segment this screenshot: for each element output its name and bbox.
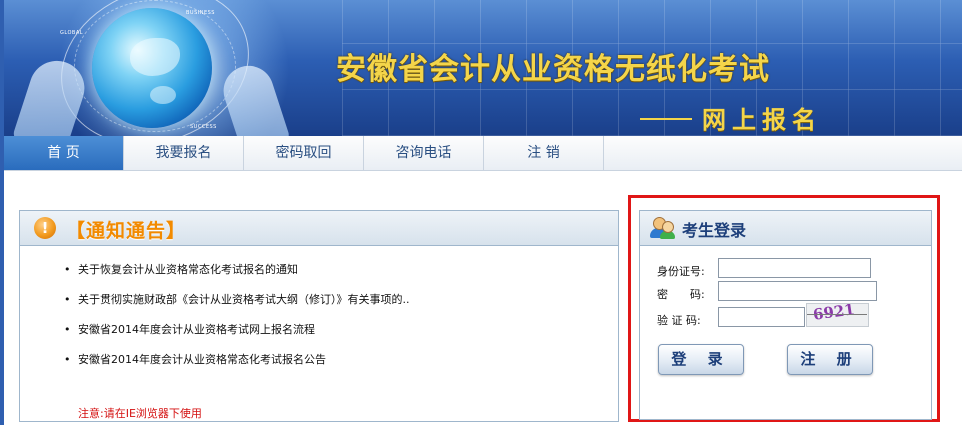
users-icon — [650, 217, 676, 239]
header-banner: GLOBAL BUSINESS SUCCESS 安徽省会计从业资格无纸化考试 网… — [4, 0, 962, 136]
nav-item-contact-phone[interactable]: 咨询电话 — [364, 136, 484, 170]
id-number-label: 身份证号: — [657, 265, 705, 278]
nav-item-register[interactable]: 我要报名 — [124, 136, 244, 170]
nav-item-home[interactable]: 首 页 — [4, 136, 124, 170]
captcha-label: 验 证 码: — [657, 314, 701, 327]
notice-list: 关于恢复会计从业资格常态化考试报名的通知 关于贯彻实施财政部《会计从业资格考试大… — [64, 255, 410, 375]
notice-item[interactable]: 关于贯彻实施财政部《会计从业资格考试大纲（修订）》有关事项的.. — [64, 285, 410, 315]
main-nav: 首 页 我要报名 密码取回 咨询电话 注 销 — [4, 136, 962, 171]
site-subtitle: 网上报名 — [702, 106, 822, 134]
nav-item-password-recovery[interactable]: 密码取回 — [244, 136, 364, 170]
notice-header: ! 【通知通告】 — [20, 211, 618, 246]
notice-item[interactable]: 安徽省2014年度会计从业资格考试网上报名流程 — [64, 315, 410, 345]
exclamation-icon: ! — [34, 217, 56, 239]
login-panel: 考生登录 身份证号: 密 码: 验 证 码: 6921 登 录 注 册 — [639, 210, 932, 420]
login-title: 考生登录 — [682, 221, 747, 240]
register-button[interactable]: 注 册 — [787, 344, 873, 375]
captcha-input[interactable] — [718, 307, 805, 327]
id-number-input[interactable] — [718, 258, 871, 278]
password-input[interactable] — [718, 281, 877, 301]
nav-item-logout[interactable]: 注 销 — [484, 136, 604, 170]
notice-panel: ! 【通知通告】 关于恢复会计从业资格常态化考试报名的通知 关于贯彻实施财政部《… — [19, 210, 619, 422]
password-label: 密 码: — [657, 288, 705, 301]
captcha-image[interactable]: 6921 — [806, 303, 869, 327]
globe-tag-global: GLOBAL — [60, 30, 84, 36]
notice-item[interactable]: 安徽省2014年度会计从业资格常态化考试报名公告 — [64, 345, 410, 375]
notice-item[interactable]: 关于恢复会计从业资格常态化考试报名的通知 — [64, 255, 410, 285]
notice-title: 【通知通告】 — [66, 220, 187, 242]
browser-warning: 注意:请在IE浏览器下使用 — [78, 407, 202, 419]
login-button[interactable]: 登 录 — [658, 344, 744, 375]
globe-icon — [92, 8, 212, 128]
globe-tag-business: BUSINESS — [186, 10, 215, 16]
site-title: 安徽省会计从业资格无纸化考试 — [336, 52, 770, 87]
globe-tag-success: SUCCESS — [190, 124, 217, 130]
subtitle-dash — [640, 118, 692, 120]
login-header: 考生登录 — [640, 211, 931, 246]
